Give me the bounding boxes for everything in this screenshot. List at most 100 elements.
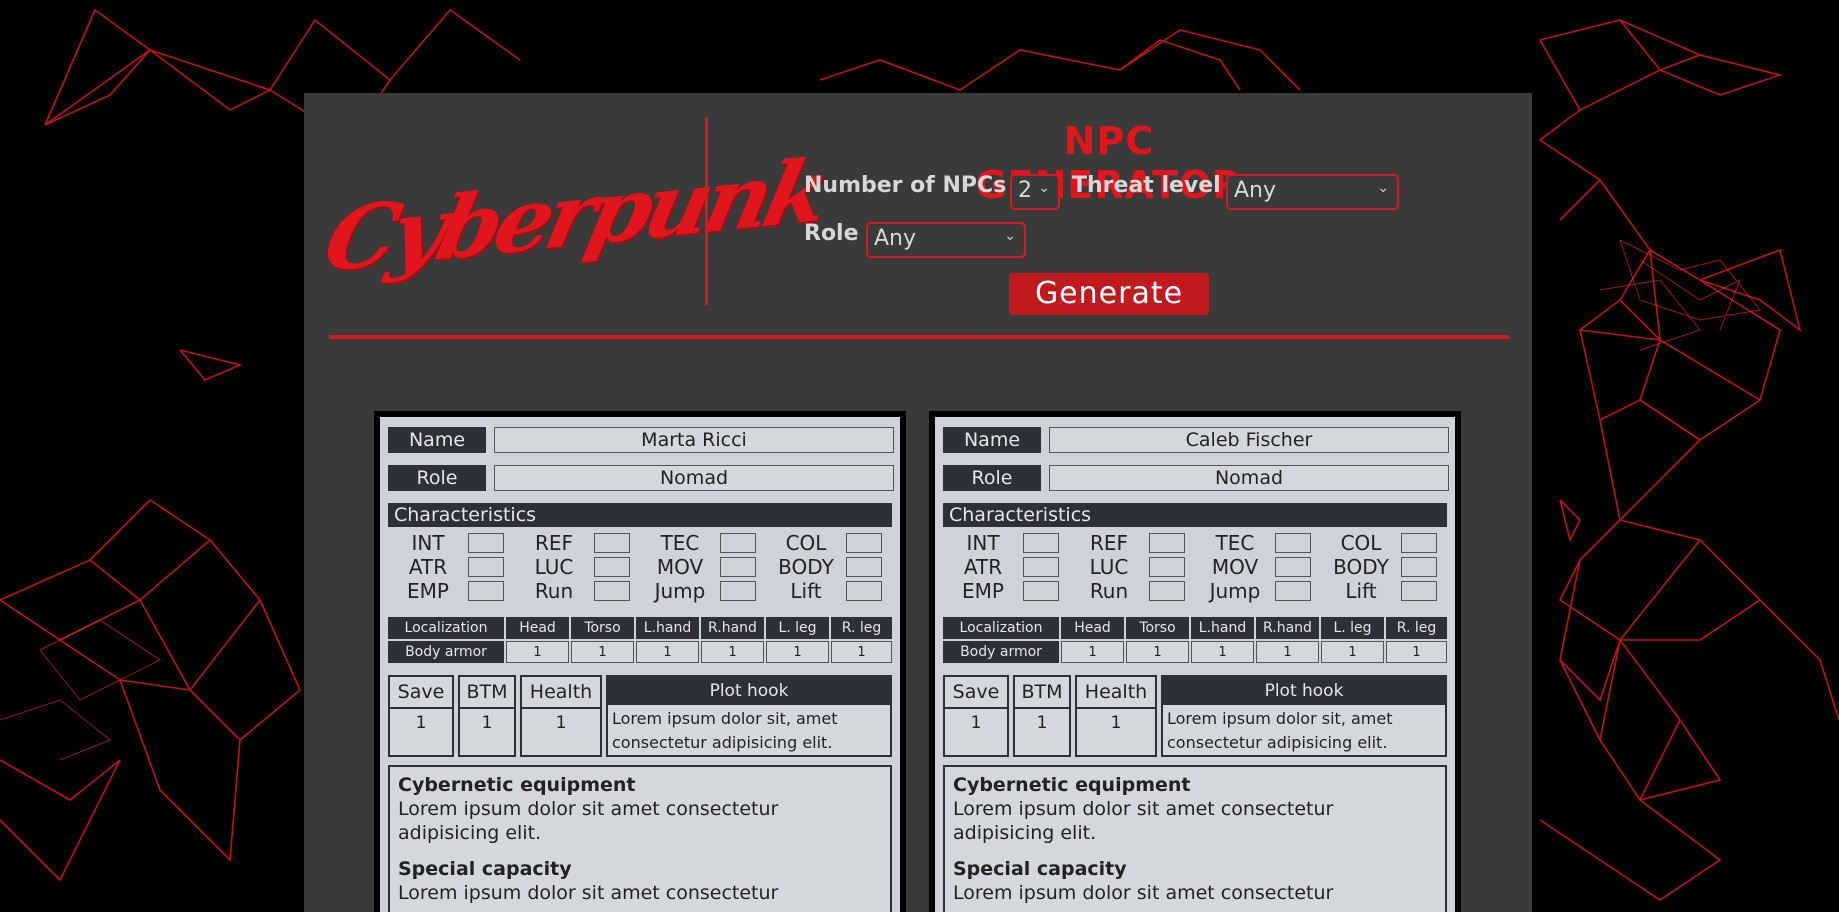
cyber-equipment-text: Lorem ipsum dolor sit amet consectetur a…	[398, 798, 779, 844]
save-column: Save 1	[943, 675, 1009, 757]
stat-emp-box	[1023, 581, 1059, 601]
armor-value: 1	[701, 641, 764, 663]
stat-run-box	[1149, 581, 1185, 601]
stat-ref-box	[1149, 533, 1185, 553]
stat-tec-box	[1275, 533, 1311, 553]
stat-label: EMP	[962, 579, 1004, 603]
armor-value: 1	[1321, 641, 1384, 663]
location-head-header: Head	[1061, 617, 1124, 639]
stat-atr-box	[1023, 557, 1059, 577]
role-filter-label: Role	[804, 221, 859, 246]
plot-hook-label: Plot hook	[1163, 677, 1445, 705]
npc-name-field: Marta Ricci	[494, 427, 894, 453]
num-npcs-label: Number of NPCs	[804, 173, 1007, 198]
generate-button[interactable]: Generate	[1009, 273, 1209, 315]
main-panel: Cyberpunk NPC GENERATOR Number of NPCs 2…	[304, 93, 1532, 912]
armor-value: 1	[1061, 641, 1124, 663]
stat-lift-box	[846, 581, 882, 601]
health-label: Health	[522, 677, 600, 709]
special-capacity-text: Lorem ipsum dolor sit amet consectetur	[953, 882, 1334, 904]
stat-label: Jump	[654, 579, 706, 603]
location-head-header: Head	[506, 617, 569, 639]
stat-atr-box	[468, 557, 504, 577]
characteristics-header: Characteristics	[943, 503, 1447, 527]
stat-luc-box	[594, 557, 630, 577]
stat-emp-box	[468, 581, 504, 601]
plot-hook-text: Lorem ipsum dolor sit, amet consectetur …	[1167, 709, 1393, 752]
stat-label: LUC	[1089, 555, 1129, 579]
stat-label: TEC	[1215, 531, 1255, 555]
name-tag: Name	[388, 427, 486, 453]
stat-label: BODY	[778, 555, 834, 579]
btm-value: 1	[1036, 713, 1048, 733]
health-column: Health 1	[520, 675, 602, 757]
threat-level-label: Threat level	[1072, 173, 1221, 198]
role-tag: Role	[943, 465, 1041, 491]
plot-hook-text: Lorem ipsum dolor sit, amet consectetur …	[612, 709, 838, 752]
localization-header: Localization	[943, 617, 1059, 639]
equipment-box: Cybernetic equipment Lorem ipsum dolor s…	[943, 765, 1447, 912]
armor-value: 1	[506, 641, 569, 663]
stat-label: LUC	[534, 555, 574, 579]
save-value: 1	[415, 713, 427, 733]
armor-value: 1	[1126, 641, 1189, 663]
armor-value: 1	[831, 641, 892, 663]
threat-level-value: Any	[1234, 178, 1277, 203]
num-npcs-select[interactable]: 2 ⌄	[1010, 174, 1060, 210]
plot-hook-box: Plot hook Lorem ipsum dolor sit, amet co…	[1161, 675, 1447, 757]
location-lleg-header: L. leg	[766, 617, 829, 639]
role-tag: Role	[388, 465, 486, 491]
location-lhand-header: L.hand	[1191, 617, 1254, 639]
special-capacity-text: Lorem ipsum dolor sit amet consectetur	[398, 882, 779, 904]
save-value: 1	[970, 713, 982, 733]
role-filter-value: Any	[874, 226, 917, 251]
stat-ref-box	[594, 533, 630, 553]
health-value: 1	[1110, 713, 1122, 733]
stat-label: ATR	[408, 555, 448, 579]
threat-level-select[interactable]: Any ⌄	[1226, 174, 1399, 210]
armor-value: 1	[1191, 641, 1254, 663]
cyberpunk-logo: Cyberpunk	[315, 138, 834, 292]
save-label: Save	[390, 677, 452, 709]
armor-value: 1	[766, 641, 829, 663]
stat-label: REF	[1089, 531, 1129, 555]
equipment-box: Cybernetic equipment Lorem ipsum dolor s…	[388, 765, 892, 912]
special-capacity-heading: Special capacity	[953, 858, 1127, 880]
armor-value: 1	[1386, 641, 1447, 663]
stat-label: MOV	[656, 555, 704, 579]
chevron-down-icon: ⌄	[1004, 228, 1016, 244]
stat-label: TEC	[660, 531, 700, 555]
health-value: 1	[555, 713, 567, 733]
btm-column: BTM 1	[1013, 675, 1071, 757]
stat-col-box	[1401, 533, 1437, 553]
num-npcs-value: 2	[1018, 178, 1032, 203]
role-filter-select[interactable]: Any ⌄	[866, 222, 1026, 258]
stat-label: MOV	[1211, 555, 1259, 579]
stat-luc-box	[1149, 557, 1185, 577]
location-rhand-header: R.hand	[701, 617, 764, 639]
npc-role-field: Nomad	[494, 465, 894, 491]
stat-col-box	[846, 533, 882, 553]
armor-value: 1	[1256, 641, 1319, 663]
armor-value: 1	[636, 641, 699, 663]
npc-card: Name Caleb Fischer Role Nomad Characteri…	[929, 411, 1461, 912]
location-rhand-header: R.hand	[1256, 617, 1319, 639]
stat-label: Lift	[790, 579, 822, 603]
location-torso-header: Torso	[1126, 617, 1189, 639]
body-armor-header: Body armor	[943, 641, 1059, 663]
cyber-equipment-text: Lorem ipsum dolor sit amet consectetur a…	[953, 798, 1334, 844]
stat-label: BODY	[1333, 555, 1389, 579]
characteristics-header: Characteristics	[388, 503, 892, 527]
stat-int-box	[1023, 533, 1059, 553]
location-lhand-header: L.hand	[636, 617, 699, 639]
location-rleg-header: R. leg	[831, 617, 892, 639]
stat-run-box	[594, 581, 630, 601]
save-column: Save 1	[388, 675, 454, 757]
stat-label: EMP	[407, 579, 449, 603]
name-tag: Name	[943, 427, 1041, 453]
npc-card-body: Name Marta Ricci Role Nomad Characterist…	[380, 417, 900, 912]
stat-label: COL	[1340, 531, 1382, 555]
npc-role-field: Nomad	[1049, 465, 1449, 491]
chevron-down-icon: ⌄	[1377, 180, 1389, 196]
plot-hook-box: Plot hook Lorem ipsum dolor sit, amet co…	[606, 675, 892, 757]
